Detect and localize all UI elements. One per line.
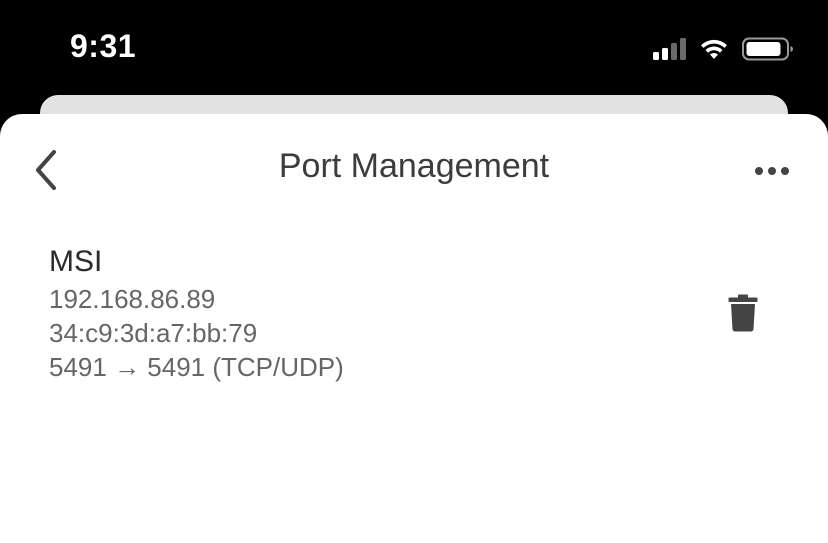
phone-screen: 9:31 Port Management MSI 192.168.86.89 3… (0, 0, 828, 543)
device-name: MSI (49, 245, 103, 278)
status-icons (653, 34, 794, 64)
port-management-sheet: Port Management MSI 192.168.86.89 34:c9:… (0, 114, 828, 543)
wifi-icon (701, 39, 727, 59)
more-horizontal-icon (755, 167, 789, 175)
device-mac: 34:c9:3d:a7:bb:79 (49, 318, 258, 348)
status-time: 9:31 (70, 28, 137, 64)
device-ip: 192.168.86.89 (49, 284, 216, 314)
nav-bar: Port Management (0, 114, 828, 226)
more-options-button[interactable] (752, 158, 792, 184)
page-title: Port Management (278, 147, 550, 185)
status-bar: 9:31 (0, 0, 828, 96)
port-mapping: 5491 → 5491 (TCP/UDP) (49, 352, 344, 382)
trash-icon (728, 294, 758, 332)
battery-icon (742, 37, 793, 61)
cellular-signal-icon (653, 38, 686, 60)
port-forward-entry[interactable]: MSI 192.168.86.89 34:c9:3d:a7:bb:79 5491… (48, 242, 788, 392)
delete-button[interactable] (722, 290, 764, 336)
